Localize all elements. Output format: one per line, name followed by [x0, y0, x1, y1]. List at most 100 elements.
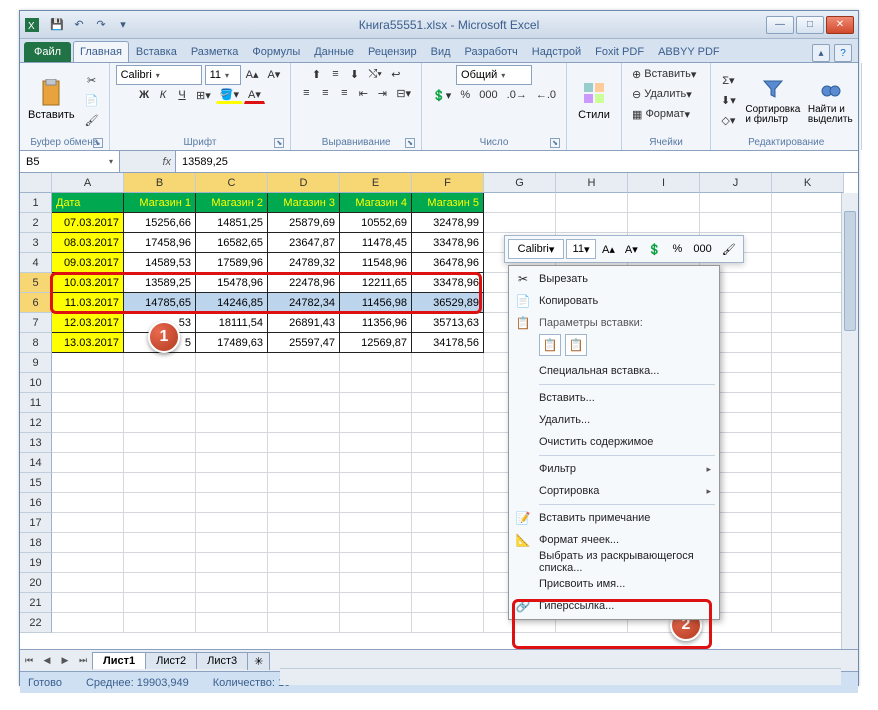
- increase-decimal-button[interactable]: .0→: [503, 86, 531, 104]
- ctx-filter[interactable]: Фильтр▸: [511, 458, 717, 480]
- empty-cell[interactable]: [340, 453, 412, 473]
- date-cell[interactable]: 10.03.2017: [52, 273, 124, 293]
- decrease-indent-button[interactable]: ⇤: [354, 84, 372, 102]
- data-cell[interactable]: 34178,56: [412, 333, 484, 353]
- empty-cell[interactable]: [772, 233, 844, 253]
- grow-font-button[interactable]: A▴: [242, 65, 263, 83]
- data-cell[interactable]: 12211,65: [340, 273, 412, 293]
- ctx-format-cells[interactable]: 📐Формат ячеек...: [511, 529, 717, 551]
- sheet-nav-last[interactable]: ⏭: [74, 652, 92, 670]
- align-middle-button[interactable]: ≡: [326, 65, 344, 83]
- merge-button[interactable]: ⊟▾: [392, 84, 415, 102]
- empty-cell[interactable]: [124, 613, 196, 633]
- header-cell[interactable]: Магазин 1: [124, 193, 196, 213]
- save-button[interactable]: 💾: [48, 16, 66, 34]
- empty-cell[interactable]: [52, 413, 124, 433]
- data-cell[interactable]: 26891,43: [268, 313, 340, 333]
- empty-cell[interactable]: [124, 573, 196, 593]
- empty-cell[interactable]: [268, 453, 340, 473]
- empty-cell[interactable]: [772, 353, 844, 373]
- ctx-cut[interactable]: ✂Вырезать: [511, 268, 717, 290]
- empty-cell[interactable]: [196, 433, 268, 453]
- percent-button[interactable]: %: [456, 86, 474, 104]
- data-cell[interactable]: 36478,96: [412, 253, 484, 273]
- empty-cell[interactable]: [124, 393, 196, 413]
- tab-view[interactable]: Вид: [424, 41, 458, 62]
- data-cell[interactable]: 35713,63: [412, 313, 484, 333]
- empty-cell[interactable]: [124, 533, 196, 553]
- empty-cell[interactable]: [268, 413, 340, 433]
- data-cell[interactable]: 22478,96: [268, 273, 340, 293]
- empty-cell[interactable]: [772, 413, 844, 433]
- row-header-5[interactable]: 5: [20, 273, 52, 293]
- data-cell[interactable]: 14246,85: [196, 293, 268, 313]
- mini-percent[interactable]: %: [667, 239, 687, 259]
- empty-cell[interactable]: [412, 573, 484, 593]
- col-header-E[interactable]: E: [340, 173, 412, 193]
- empty-cell[interactable]: [52, 393, 124, 413]
- data-cell[interactable]: 25879,69: [268, 213, 340, 233]
- row-header-2[interactable]: 2: [20, 213, 52, 233]
- header-cell[interactable]: Магазин 3: [268, 193, 340, 213]
- data-cell[interactable]: 25597,47: [268, 333, 340, 353]
- empty-cell[interactable]: [268, 513, 340, 533]
- empty-cell[interactable]: [340, 413, 412, 433]
- ctx-delete[interactable]: Удалить...: [511, 409, 717, 431]
- empty-cell[interactable]: [196, 553, 268, 573]
- empty-cell[interactable]: [196, 533, 268, 553]
- data-cell[interactable]: 12569,87: [340, 333, 412, 353]
- col-header-B[interactable]: B: [124, 173, 196, 193]
- empty-cell[interactable]: [772, 273, 844, 293]
- empty-cell[interactable]: [196, 353, 268, 373]
- empty-cell[interactable]: [340, 493, 412, 513]
- empty-cell[interactable]: [340, 553, 412, 573]
- data-cell[interactable]: 24789,32: [268, 253, 340, 273]
- fill-color-button[interactable]: 🪣▾: [216, 86, 243, 104]
- font-size-combo[interactable]: 11▾: [205, 65, 241, 85]
- vertical-scrollbar[interactable]: [841, 193, 858, 649]
- tab-developer[interactable]: Разработч: [458, 41, 525, 62]
- row-header-8[interactable]: 8: [20, 333, 52, 353]
- header-cell[interactable]: Дата: [52, 193, 124, 213]
- copy-button[interactable]: 📄: [81, 91, 103, 109]
- empty-cell[interactable]: [124, 473, 196, 493]
- paste-option-all[interactable]: 📋: [565, 334, 587, 356]
- data-cell[interactable]: 11456,98: [340, 293, 412, 313]
- col-header-J[interactable]: J: [700, 173, 772, 193]
- horizontal-scrollbar[interactable]: [280, 668, 841, 685]
- empty-cell[interactable]: [124, 433, 196, 453]
- empty-cell[interactable]: [772, 573, 844, 593]
- sheet-nav-prev[interactable]: ◀: [38, 652, 56, 670]
- font-name-combo[interactable]: Calibri▾: [116, 65, 202, 85]
- empty-cell[interactable]: [52, 573, 124, 593]
- font-color-button[interactable]: A▾: [244, 86, 265, 104]
- empty-cell[interactable]: [772, 293, 844, 313]
- row-header-7[interactable]: 7: [20, 313, 52, 333]
- empty-cell[interactable]: [340, 433, 412, 453]
- empty-cell[interactable]: [52, 493, 124, 513]
- empty-cell[interactable]: [772, 613, 844, 633]
- orientation-button[interactable]: ⤭▾: [364, 65, 385, 83]
- empty-cell[interactable]: [772, 453, 844, 473]
- tab-formulas[interactable]: Формулы: [245, 41, 307, 62]
- data-cell[interactable]: 17489,63: [196, 333, 268, 353]
- sheet-tab-2[interactable]: Лист2: [145, 652, 197, 669]
- underline-button[interactable]: Ч: [173, 86, 191, 104]
- empty-cell[interactable]: [340, 513, 412, 533]
- empty-cell[interactable]: [52, 553, 124, 573]
- ctx-define-name[interactable]: Присвоить имя...: [511, 573, 717, 595]
- empty-cell[interactable]: [772, 213, 844, 233]
- row-header-16[interactable]: 16: [20, 493, 52, 513]
- empty-cell[interactable]: [268, 613, 340, 633]
- formula-input[interactable]: 13589,25: [176, 151, 858, 172]
- mini-font-combo[interactable]: Calibri ▾: [508, 239, 564, 259]
- ctx-comment[interactable]: 📝Вставить примечание: [511, 507, 717, 529]
- ctx-insert[interactable]: Вставить...: [511, 387, 717, 409]
- new-sheet-button[interactable]: ✳: [247, 652, 270, 670]
- data-cell[interactable]: 11548,96: [340, 253, 412, 273]
- data-cell[interactable]: 23647,87: [268, 233, 340, 253]
- empty-cell[interactable]: [772, 253, 844, 273]
- sheet-nav-first[interactable]: ⏮: [20, 652, 38, 670]
- empty-cell[interactable]: [772, 333, 844, 353]
- data-cell[interactable]: 18111,54: [196, 313, 268, 333]
